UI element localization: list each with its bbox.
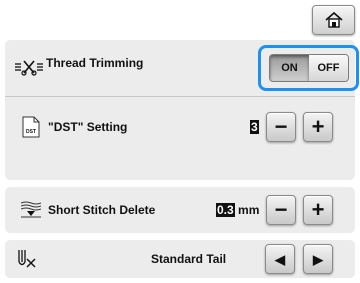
off-button[interactable]: OFF: [309, 55, 348, 81]
on-button[interactable]: ON: [270, 55, 309, 81]
dst-setting-value: 3: [250, 120, 259, 134]
short-stitch-plus-button[interactable]: +: [303, 195, 333, 225]
tail-next-button[interactable]: ▶: [303, 244, 333, 274]
settings-panel-bottom: Standard Tail ◀ ▶: [5, 240, 355, 278]
thread-trim-icon: [14, 58, 44, 76]
dst-plus-button[interactable]: +: [303, 112, 333, 142]
settings-panel-top: Thread Trimming ON OFF DST "DST" Setting…: [5, 40, 359, 180]
short-stitch-unit: mm: [238, 203, 260, 217]
short-stitch-value: 0.3 mm: [216, 203, 260, 217]
tail-setting-value: Standard Tail: [151, 252, 227, 266]
short-stitch-icon: [18, 201, 44, 219]
home-icon: [324, 11, 343, 28]
svg-text:DST: DST: [26, 129, 36, 135]
short-stitch-minus-button[interactable]: −: [266, 195, 296, 225]
thread-trimming-toggle-highlight: ON OFF: [258, 45, 359, 91]
home-button[interactable]: [312, 5, 355, 35]
short-stitch-label: Short Stitch Delete: [48, 203, 156, 217]
dst-minus-button[interactable]: −: [266, 112, 296, 142]
settings-panel-middle: Short Stitch Delete 0.3 mm − +: [5, 187, 355, 233]
top-bar: [0, 0, 360, 40]
dst-setting-label: "DST" Setting: [48, 120, 128, 134]
dst-file-icon: DST: [18, 116, 44, 138]
thread-tail-icon: [15, 250, 37, 268]
dst-setting-row: DST "DST" Setting: [10, 104, 350, 150]
row-divider: [5, 96, 355, 97]
thread-trimming-label: Thread Trimming: [46, 56, 144, 70]
short-stitch-row: Short Stitch Delete: [10, 187, 350, 233]
thread-trimming-toggle[interactable]: ON OFF: [269, 54, 349, 82]
tail-previous-button[interactable]: ◀: [265, 244, 295, 274]
